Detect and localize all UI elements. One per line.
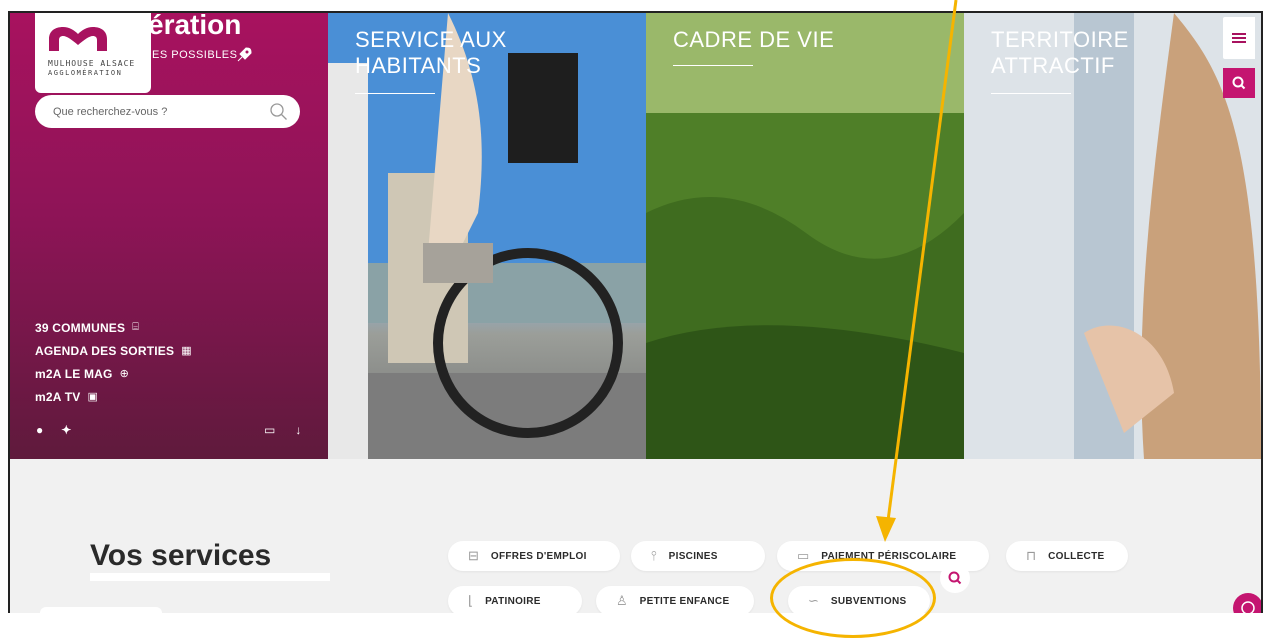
hamburger-menu-button[interactable] bbox=[1223, 17, 1255, 59]
brand-panel: ération ES POSSIBLES MULHOUSE ALSACE AGG… bbox=[10, 13, 328, 459]
title-highlight bbox=[90, 573, 330, 581]
logo-text-line1: MULHOUSE ALSACE bbox=[48, 59, 136, 68]
tv-icon: ▣ bbox=[87, 391, 99, 403]
m2a-logo-icon bbox=[49, 27, 107, 51]
pool-icon: ⫯ bbox=[651, 548, 657, 563]
twitter-icon[interactable]: ✦ bbox=[61, 423, 71, 437]
map-icon: ⌸ bbox=[132, 321, 140, 333]
rocket-icon bbox=[237, 47, 252, 62]
woman-photo bbox=[964, 13, 1261, 459]
link-m2a-tv[interactable]: m2A TV ▣ bbox=[35, 385, 192, 408]
annotation-highlight-ellipse bbox=[770, 558, 936, 638]
header-search-button[interactable] bbox=[1223, 68, 1255, 98]
service-patinoire[interactable]: ⌊ PATINOIRE bbox=[448, 586, 582, 613]
briefcase-icon: ⊟ bbox=[468, 548, 479, 563]
chat-button[interactable] bbox=[1233, 593, 1261, 613]
trash-icon: ⊓ bbox=[1026, 548, 1037, 563]
service-petite-enfance[interactable]: ♙ PETITE ENFANCE bbox=[596, 586, 754, 613]
download-arrow-icon[interactable]: ↓ bbox=[295, 423, 301, 437]
service-piscines[interactable]: ⫯ PISCINES bbox=[631, 541, 765, 571]
search-icon bbox=[948, 571, 962, 585]
link-label: m2A LE MAG bbox=[35, 366, 113, 381]
calendar-icon: ▦ bbox=[181, 345, 192, 357]
panel-title: SERVICE AUX HABITANTS bbox=[355, 27, 507, 78]
search-icon bbox=[1232, 76, 1246, 90]
hamburger-line bbox=[1232, 33, 1246, 35]
link-39-communes[interactable]: 39 COMMUNES ⌸ bbox=[35, 316, 192, 339]
chat-icon bbox=[1241, 601, 1255, 613]
brand-tagline: ES POSSIBLES bbox=[152, 49, 238, 61]
title-underline bbox=[991, 93, 1071, 94]
logo-text-line2: AGGLOMÉRATION bbox=[48, 69, 123, 77]
brand-title: ération bbox=[148, 11, 242, 40]
link-label: 39 COMMUNES bbox=[35, 320, 126, 335]
services-title: Vos services bbox=[90, 539, 272, 572]
title-underline bbox=[355, 93, 435, 94]
panel-service-aux-habitants[interactable]: SERVICE AUX HABITANTS bbox=[328, 13, 646, 459]
link-label: AGENDA DES SORTIES bbox=[35, 343, 175, 358]
panel-title: TERRITOIRE ATTRACTIF bbox=[991, 27, 1129, 78]
cyclist-photo bbox=[328, 13, 646, 459]
hamburger-line bbox=[1232, 41, 1246, 43]
hero-section: ération ES POSSIBLES MULHOUSE ALSACE AGG… bbox=[10, 13, 1261, 459]
search-input[interactable] bbox=[51, 102, 265, 122]
link-label: m2A TV bbox=[35, 389, 81, 404]
site-logo[interactable]: MULHOUSE ALSACE AGGLOMÉRATION bbox=[35, 13, 151, 93]
title-underline bbox=[673, 65, 753, 66]
baby-icon: ♙ bbox=[616, 593, 628, 608]
panel-territoire-attractif[interactable]: TERRITOIRE ATTRACTIF bbox=[964, 13, 1261, 459]
panel-cadre-de-vie[interactable]: CADRE DE VIE bbox=[646, 13, 964, 459]
skate-icon: ⌊ bbox=[468, 593, 474, 608]
services-search-button[interactable] bbox=[940, 563, 970, 593]
utility-icons: ▭ ↓ bbox=[264, 423, 301, 437]
social-links: ● ✦ bbox=[36, 423, 71, 437]
services-tab bbox=[40, 607, 162, 613]
service-collecte[interactable]: ⊓ COLLECTE bbox=[1006, 541, 1128, 571]
service-offres-emploi[interactable]: ⊟ OFFRES D'EMPLOI bbox=[448, 541, 620, 571]
quick-links: 39 COMMUNES ⌸ AGENDA DES SORTIES ▦ m2A L… bbox=[35, 316, 192, 408]
link-agenda-des-sorties[interactable]: AGENDA DES SORTIES ▦ bbox=[35, 339, 192, 362]
magazine-icon: ⊕ bbox=[119, 368, 129, 380]
link-m2a-le-mag[interactable]: m2A LE MAG ⊕ bbox=[35, 362, 192, 385]
search-icon[interactable] bbox=[269, 102, 288, 121]
facebook-icon[interactable]: ● bbox=[36, 423, 43, 437]
grass-photo bbox=[646, 13, 964, 459]
panel-title: CADRE DE VIE bbox=[673, 27, 835, 52]
card-icon: ▭ bbox=[797, 548, 810, 563]
payment-card-icon[interactable]: ▭ bbox=[264, 423, 275, 437]
search-bar bbox=[35, 95, 300, 128]
browser-viewport: ération ES POSSIBLES MULHOUSE ALSACE AGG… bbox=[8, 11, 1263, 613]
hamburger-line bbox=[1232, 37, 1246, 39]
